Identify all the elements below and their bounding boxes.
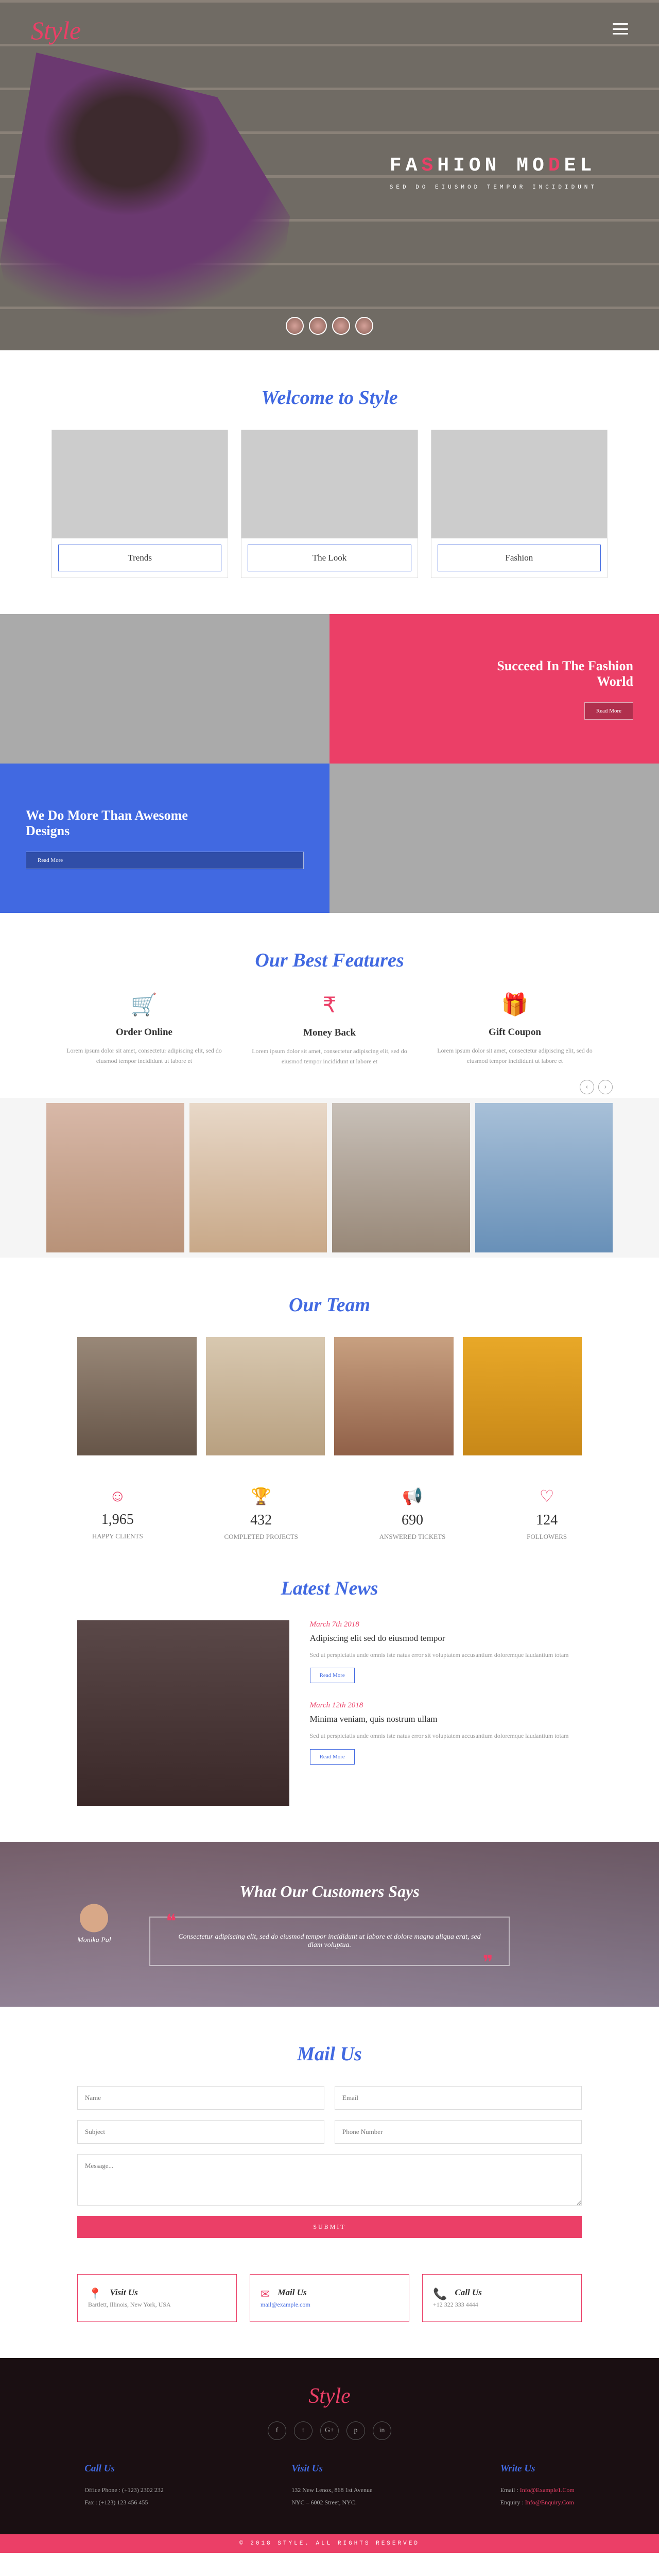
message-input[interactable] xyxy=(77,2154,582,2206)
section-title: Our Best Features xyxy=(51,949,608,972)
read-more-link[interactable]: Read More xyxy=(310,1668,355,1683)
contact-form: SUBMIT xyxy=(51,2086,608,2238)
quote-box: ❝ Consectetur adipiscing elit, sed do ei… xyxy=(149,1917,510,1966)
carousel-item[interactable] xyxy=(46,1103,184,1252)
welcome-card[interactable]: The Look xyxy=(241,430,418,578)
site-footer: Style f t G+ p in Call Us Office Phone :… xyxy=(0,2358,659,2553)
facebook-icon[interactable]: f xyxy=(268,2421,286,2440)
section-title: What Our Customers Says xyxy=(149,1882,510,1901)
welcome-section: Welcome to Style Trends The Look Fashion xyxy=(51,386,608,614)
hero-title: FASHION MODEL xyxy=(390,155,597,177)
news-item: March 12th 2018 Minima veniam, quis nost… xyxy=(310,1701,582,1764)
news-image xyxy=(77,1620,289,1806)
hero-subtitle: sed do eiusmod tempor incididunt xyxy=(390,184,597,191)
carousel-item[interactable] xyxy=(475,1103,613,1252)
testimonial-section: Monika Pal What Our Customers Says ❝ Con… xyxy=(0,1842,659,2007)
mail-icon: ✉ xyxy=(261,2287,270,2301)
twitter-icon[interactable]: t xyxy=(294,2421,313,2440)
hero-banner: Style FASHION MODEL sed do eiusmod tempo… xyxy=(0,0,659,350)
feature-item: ₹Money BackLorem ipsum dolor sit amet, c… xyxy=(252,992,407,1067)
welcome-card[interactable]: Trends xyxy=(51,430,228,578)
promo-image xyxy=(0,614,330,764)
stat-item: 📢690ANSWERED TICKETS xyxy=(379,1486,446,1541)
subject-input[interactable] xyxy=(77,2120,324,2144)
footer-logo[interactable]: Style xyxy=(0,2384,659,2409)
promo-tiles: Succeed In The Fashion World Read More W… xyxy=(0,614,659,913)
stat-item: ☺1,965HAPPY CLIENTS xyxy=(92,1486,143,1541)
section-title: Welcome to Style xyxy=(51,386,608,409)
slide-dot[interactable] xyxy=(309,317,327,335)
slide-indicators xyxy=(286,317,373,335)
read-more-button[interactable]: Read More xyxy=(26,852,304,869)
read-more-link[interactable]: Read More xyxy=(310,1749,355,1765)
gallery-carousel: ‹ › xyxy=(0,1098,659,1258)
welcome-card[interactable]: Fashion xyxy=(431,430,608,578)
slide-dot[interactable] xyxy=(355,317,373,335)
footer-column: Write Us Email : Info@Example1.Com Enqui… xyxy=(500,2463,575,2509)
promo-tile: Succeed In The Fashion World Read More xyxy=(330,614,659,764)
cart-icon: 🛒 xyxy=(66,992,222,1018)
team-member[interactable] xyxy=(334,1337,454,1455)
avatar xyxy=(80,1904,108,1932)
megaphone-icon: 📢 xyxy=(379,1486,446,1506)
news-item: March 7th 2018 Adipiscing elit sed do ei… xyxy=(310,1620,582,1683)
team-member[interactable] xyxy=(77,1337,197,1455)
stat-item: 🏆432COMPLETED PROJECTS xyxy=(224,1486,298,1541)
news-section: Latest News March 7th 2018 Adipiscing el… xyxy=(51,1577,608,1842)
googleplus-icon[interactable]: G+ xyxy=(320,2421,339,2440)
team-section: Our Team ☺1,965HAPPY CLIENTS 🏆432COMPLET… xyxy=(51,1294,608,1541)
phone-icon: 📞 xyxy=(433,2287,447,2301)
feature-item: 🛒Order OnlineLorem ipsum dolor sit amet,… xyxy=(66,992,222,1067)
section-title: Latest News xyxy=(51,1577,608,1600)
team-member[interactable] xyxy=(463,1337,582,1455)
carousel-prev[interactable]: ‹ xyxy=(580,1080,594,1094)
section-title: Our Team xyxy=(51,1294,608,1316)
menu-toggle[interactable] xyxy=(613,23,628,35)
quote-close-icon: ❞ xyxy=(483,1951,493,1974)
submit-button[interactable]: SUBMIT xyxy=(77,2216,582,2238)
gift-icon: 🎁 xyxy=(437,992,593,1018)
email-input[interactable] xyxy=(335,2086,582,2110)
site-logo[interactable]: Style xyxy=(31,15,81,45)
team-member[interactable] xyxy=(206,1337,325,1455)
testimonial-author: Monika Pal xyxy=(77,1904,111,1944)
carousel-next[interactable]: › xyxy=(598,1080,613,1094)
hero-text: FASHION MODEL sed do eiusmod tempor inci… xyxy=(390,155,597,191)
promo-image xyxy=(330,764,659,913)
contact-box: 📞Call Us+12 322 333 4444 xyxy=(422,2274,582,2322)
carousel-item[interactable] xyxy=(189,1103,327,1252)
contact-box: ✉Mail Usmail@example.com xyxy=(250,2274,409,2322)
name-input[interactable] xyxy=(77,2086,324,2110)
quote-open-icon: ❝ xyxy=(166,1910,176,1933)
mail-section: Mail Us SUBMIT xyxy=(51,2043,608,2274)
pin-icon: 📍 xyxy=(88,2287,102,2301)
slide-dot[interactable] xyxy=(286,317,304,335)
footer-column: Call Us Office Phone : (+123) 2302 232Fa… xyxy=(84,2463,164,2509)
heart-icon: ♡ xyxy=(527,1486,567,1506)
promo-tile: We Do More Than Awesome Designs Read Mor… xyxy=(0,764,330,913)
linkedin-icon[interactable]: in xyxy=(373,2421,391,2440)
rupee-icon: ₹ xyxy=(252,992,407,1018)
read-more-button[interactable]: Read More xyxy=(584,702,633,720)
smile-icon: ☺ xyxy=(92,1486,143,1505)
copyright: © 2018 STYLE. ALL RIGHTS RESERVED xyxy=(0,2534,659,2553)
phone-input[interactable] xyxy=(335,2120,582,2144)
stat-item: ♡124FOLLOWERS xyxy=(527,1486,567,1541)
trophy-icon: 🏆 xyxy=(224,1486,298,1506)
slide-dot[interactable] xyxy=(332,317,350,335)
feature-item: 🎁Gift CouponLorem ipsum dolor sit amet, … xyxy=(437,992,593,1067)
pinterest-icon[interactable]: p xyxy=(346,2421,365,2440)
footer-column: Visit Us 132 New Lenox, 868 1st AvenueNY… xyxy=(291,2463,372,2509)
contact-box: 📍Visit UsBartlett, Illinois, New York, U… xyxy=(77,2274,237,2322)
carousel-item[interactable] xyxy=(332,1103,470,1252)
section-title: Mail Us xyxy=(51,2043,608,2065)
contact-boxes: 📍Visit UsBartlett, Illinois, New York, U… xyxy=(51,2274,608,2358)
features-section: Our Best Features 🛒Order OnlineLorem ips… xyxy=(51,949,608,1098)
